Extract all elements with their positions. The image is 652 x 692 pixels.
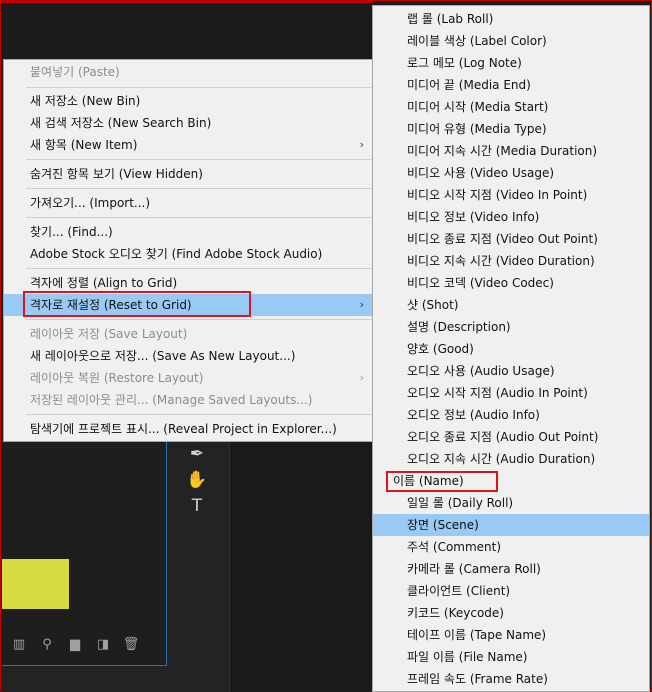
menu-separator: [26, 159, 372, 160]
submenu-item-label-color[interactable]: 레이블 색상 (Label Color): [373, 30, 649, 52]
submenu-item-comment[interactable]: 주석 (Comment): [373, 536, 649, 558]
context-menu: 붙여넣기 (Paste) 새 저장소 (New Bin) 새 검색 저장소 (N…: [3, 59, 373, 442]
menu-item-view-hidden[interactable]: 숨겨진 항목 보기 (View Hidden): [4, 163, 372, 185]
menu-item-find[interactable]: 찾기... (Find...): [4, 221, 372, 243]
window-border-top: [1, 1, 373, 3]
menu-item-save-layout[interactable]: 레이아웃 저장 (Save Layout): [4, 323, 372, 345]
submenu-arrow-icon: ›: [359, 298, 364, 311]
menu-separator: [26, 188, 372, 189]
submenu-item-audio-usage[interactable]: 오디오 사용 (Audio Usage): [373, 360, 649, 382]
menu-separator: [26, 319, 372, 320]
submenu-item-file-name[interactable]: 파일 이름 (File Name): [373, 646, 649, 668]
menu-separator: [26, 217, 372, 218]
hand-icon[interactable]: ✋: [177, 467, 217, 493]
submenu-item-audio-in-point[interactable]: 오디오 시작 지점 (Audio In Point): [373, 382, 649, 404]
submenu-item-video-out-point[interactable]: 비디오 종료 지점 (Video Out Point): [373, 228, 649, 250]
menu-item-save-as-new-layout[interactable]: 새 레이아웃으로 저장... (Save As New Layout...): [4, 345, 372, 367]
menu-separator: [26, 87, 372, 88]
submenu-item-video-duration[interactable]: 비디오 지속 시간 (Video Duration): [373, 250, 649, 272]
submenu-item-daily-roll[interactable]: 일일 롤 (Daily Roll): [373, 492, 649, 514]
bin-toolbar: ▥ ⚲ ▆ ◨ 🗑: [5, 637, 145, 652]
clip-thumbnail[interactable]: [2, 559, 69, 609]
menu-item-align-to-grid[interactable]: 격자에 정렬 (Align to Grid): [4, 272, 372, 294]
menu-item-restore-layout[interactable]: 레이아웃 복원 (Restore Layout) ›: [4, 367, 372, 389]
menu-item-reveal-in-explorer[interactable]: 탐색기에 프로젝트 표시... (Reveal Project in Explo…: [4, 418, 372, 440]
submenu-item-video-info[interactable]: 비디오 정보 (Video Info): [373, 206, 649, 228]
menu-item-find-stock-audio[interactable]: Adobe Stock 오디오 찾기 (Find Adobe Stock Aud…: [4, 243, 372, 265]
submenu-item-video-usage[interactable]: 비디오 사용 (Video Usage): [373, 162, 649, 184]
menu-item-new-bin[interactable]: 새 저장소 (New Bin): [4, 90, 372, 112]
submenu-arrow-icon: ›: [359, 138, 364, 151]
submenu-item-shot[interactable]: 샷 (Shot): [373, 294, 649, 316]
submenu-item-name[interactable]: 이름 (Name): [373, 470, 649, 492]
menu-separator: [26, 414, 372, 415]
submenu-item-video-in-point[interactable]: 비디오 시작 지점 (Video In Point): [373, 184, 649, 206]
submenu-item-media-duration[interactable]: 미디어 지속 시간 (Media Duration): [373, 140, 649, 162]
new-item-icon[interactable]: ◨: [89, 637, 117, 652]
trash-icon[interactable]: 🗑: [117, 637, 145, 652]
submenu-item-audio-duration[interactable]: 오디오 지속 시간 (Audio Duration): [373, 448, 649, 470]
submenu-item-tape-name[interactable]: 테이프 이름 (Tape Name): [373, 624, 649, 646]
submenu-item-keycode[interactable]: 키코드 (Keycode): [373, 602, 649, 624]
menu-item-manage-saved-layouts[interactable]: 저장된 레이아웃 관리... (Manage Saved Layouts...): [4, 389, 372, 411]
submenu-item-video-codec[interactable]: 비디오 코덱 (Video Codec): [373, 272, 649, 294]
submenu-item-description[interactable]: 설명 (Description): [373, 316, 649, 338]
submenu-item-log-note[interactable]: 로그 메모 (Log Note): [373, 52, 649, 74]
pen-icon[interactable]: ✒: [177, 441, 217, 467]
submenu-item-camera-roll[interactable]: 카메라 롤 (Camera Roll): [373, 558, 649, 580]
app-top-area: [1, 1, 373, 61]
menu-separator: [26, 268, 372, 269]
menu-item-new-search-bin[interactable]: 새 검색 저장소 (New Search Bin): [4, 112, 372, 134]
submenu-arrow-icon: ›: [359, 371, 364, 384]
folder-icon[interactable]: ▆: [61, 637, 89, 652]
menu-item-new-item[interactable]: 새 항목 (New Item) ›: [4, 134, 372, 156]
bin-panel: [2, 441, 167, 666]
submenu-item-lab-roll[interactable]: 랩 롤 (Lab Roll): [373, 8, 649, 30]
timeline-panel: [229, 441, 374, 692]
search-icon[interactable]: ⚲: [33, 637, 61, 652]
submenu-item-media-start[interactable]: 미디어 시작 (Media Start): [373, 96, 649, 118]
submenu-item-media-type[interactable]: 미디어 유형 (Media Type): [373, 118, 649, 140]
type-tool-icon[interactable]: T: [177, 493, 217, 519]
menu-item-paste[interactable]: 붙여넣기 (Paste): [4, 61, 372, 83]
submenu-item-client[interactable]: 클라이언트 (Client): [373, 580, 649, 602]
reset-to-grid-submenu: 랩 롤 (Lab Roll) 레이블 색상 (Label Color) 로그 메…: [372, 5, 650, 692]
submenu-item-audio-out-point[interactable]: 오디오 종료 지점 (Audio Out Point): [373, 426, 649, 448]
submenu-item-audio-info[interactable]: 오디오 정보 (Audio Info): [373, 404, 649, 426]
menu-item-import[interactable]: 가져오기... (Import...): [4, 192, 372, 214]
submenu-item-scene[interactable]: 장면 (Scene): [373, 514, 649, 536]
menu-item-reset-to-grid[interactable]: 격자로 재설정 (Reset to Grid) ›: [4, 294, 372, 316]
submenu-item-media-end[interactable]: 미디어 끝 (Media End): [373, 74, 649, 96]
tools-panel: ✒ ✋ T: [177, 441, 217, 521]
list-view-icon[interactable]: ▥: [5, 637, 33, 652]
submenu-item-good[interactable]: 양호 (Good): [373, 338, 649, 360]
submenu-item-frame-rate[interactable]: 프레임 속도 (Frame Rate): [373, 668, 649, 690]
